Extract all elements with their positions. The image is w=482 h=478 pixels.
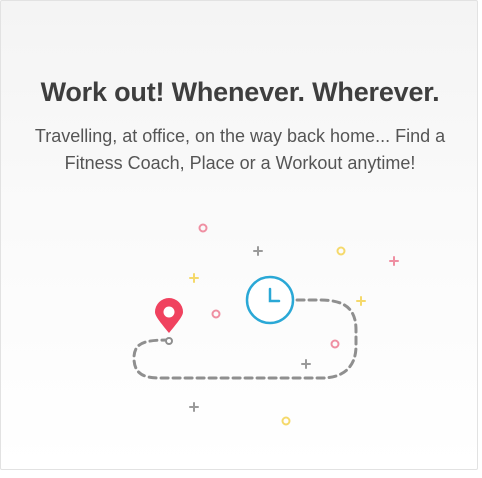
decor-pink-plus [389,256,399,266]
decor-pink-circle [198,223,208,233]
clock-icon [245,275,295,325]
route-start-dot [165,337,173,345]
workout-anywhere-illustration [132,223,399,426]
decor-gray-plus [189,402,199,412]
decor-pink-circle [211,309,221,319]
decor-pink-circle [330,339,340,349]
decor-yellow-circle [336,246,346,256]
decor-gray-plus [253,246,263,256]
decor-yellow-plus [356,296,366,306]
location-pin-icon [155,298,183,333]
decor-yellow-plus [189,273,199,283]
decor-gray-plus [301,359,311,369]
decor-yellow-circle [281,416,291,426]
